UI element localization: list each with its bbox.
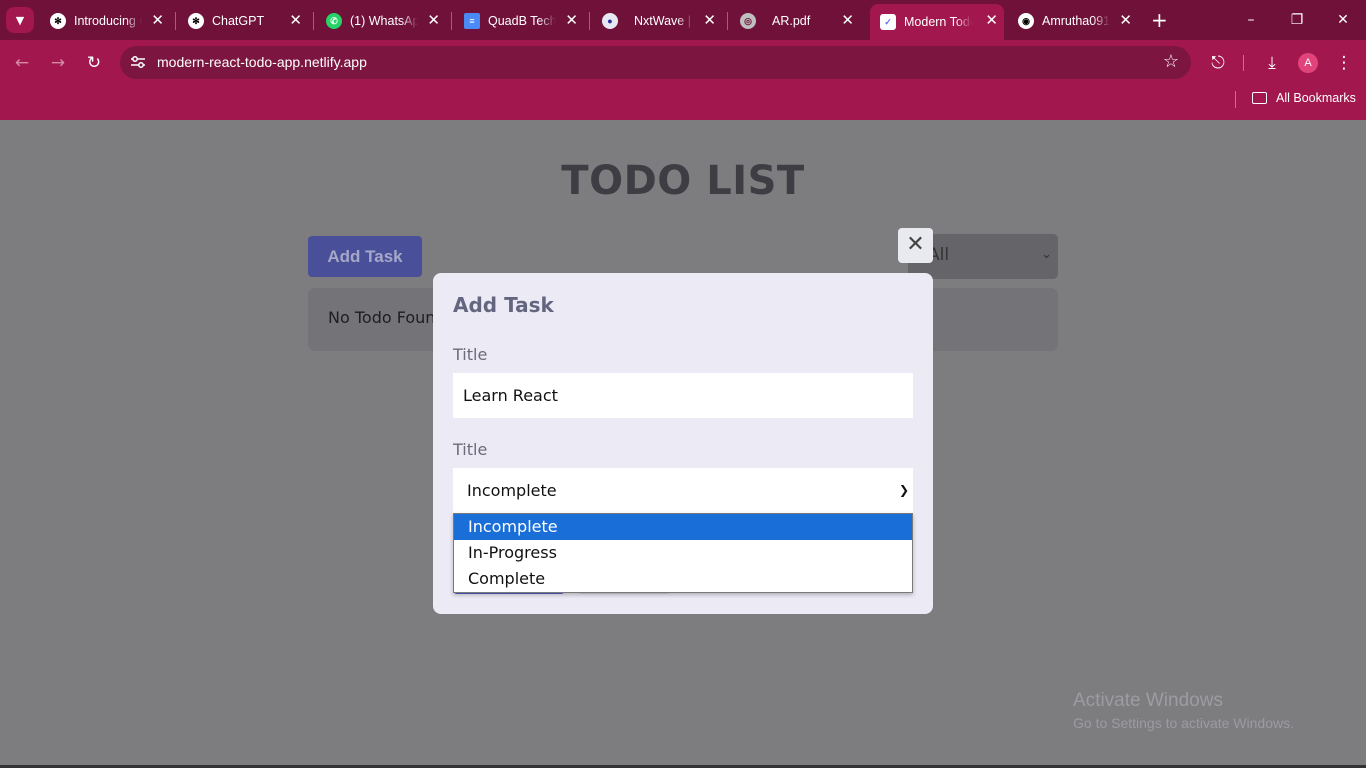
add-task-button[interactable]: Add Task <box>308 236 422 277</box>
tab-nxtwave[interactable]: ● NxtWave | Review ✕ <box>592 6 722 36</box>
title-label: Title <box>453 345 488 364</box>
tab-label: NxtWave | Review <box>634 14 694 28</box>
close-tab-icon[interactable]: ✕ <box>985 13 998 29</box>
docs-icon: ≡ <box>464 13 480 29</box>
all-bookmarks-label: All Bookmarks <box>1276 91 1356 105</box>
empty-message: No Todo Found <box>328 308 446 327</box>
globe-icon: ◎ <box>740 13 756 29</box>
tab-divider <box>451 12 452 30</box>
address-bar[interactable]: modern-react-todo-app.netlify.app ☆ <box>120 46 1191 79</box>
tab-ar-pdf[interactable]: ◎ AR.pdf ✕ <box>730 6 860 36</box>
openai-icon: ✻ <box>50 13 66 29</box>
tab-label: ChatGPT <box>212 14 265 28</box>
tab-whatsapp[interactable]: ✆ (1) WhatsApp ✕ <box>316 6 446 36</box>
option-in-progress[interactable]: In-Progress <box>454 540 912 566</box>
tab-github[interactable]: ◉ Amrutha0912 ✕ <box>1008 6 1138 36</box>
close-modal-button[interactable]: ✕ <box>898 228 933 263</box>
page-title: TODO LIST <box>561 158 805 204</box>
new-tab-icon[interactable]: + <box>1151 9 1168 31</box>
minimize-icon[interactable]: – <box>1228 9 1274 31</box>
bookmark-star-icon[interactable]: ☆ <box>1163 51 1179 72</box>
status-label: Title <box>453 440 488 459</box>
profile-avatar[interactable]: A <box>1298 53 1318 73</box>
tab-divider <box>175 12 176 30</box>
tab-introducing-chatgpt[interactable]: ✻ Introducing ChatGPT ✕ <box>40 6 170 36</box>
browser-chrome: ▼ ✻ Introducing ChatGPT ✕ ✻ ChatGPT ✕ ✆ … <box>0 0 1366 120</box>
status-dropdown-list[interactable]: Incomplete In-Progress Complete <box>453 513 913 593</box>
openai-icon: ✻ <box>188 13 204 29</box>
toolbar-divider <box>1243 55 1244 71</box>
modal-heading: Add Task <box>453 293 554 317</box>
forward-icon[interactable]: → <box>47 52 69 74</box>
option-complete[interactable]: Complete <box>454 566 912 592</box>
nxtwave-icon: ● <box>602 13 618 29</box>
folder-icon <box>1252 92 1267 104</box>
tab-divider <box>727 12 728 30</box>
status-select[interactable]: Incomplete ❯ <box>453 468 913 513</box>
tab-strip: ▼ ✻ Introducing ChatGPT ✕ ✻ ChatGPT ✕ ✆ … <box>0 0 1366 40</box>
tab-label: Amrutha0912 <box>1042 14 1110 28</box>
window-close-icon[interactable]: ✕ <box>1320 9 1366 31</box>
bookmarks-divider <box>1235 91 1236 108</box>
reload-icon[interactable]: ↻ <box>83 52 105 74</box>
close-tab-icon[interactable]: ✕ <box>1119 13 1132 29</box>
activate-windows-subtitle: Go to Settings to activate Windows. <box>1073 715 1294 731</box>
chevron-down-icon: ⌄ <box>1041 247 1052 262</box>
tab-divider <box>589 12 590 30</box>
tab-quadb[interactable]: ≡ QuadB Technologies ✕ <box>454 6 584 36</box>
chevron-down-icon: ❯ <box>898 483 909 497</box>
tab-modern-todo-app[interactable]: ✓ Modern Todo App ✕ <box>870 4 1004 40</box>
tab-label: AR.pdf <box>772 14 811 28</box>
close-tab-icon[interactable]: ✕ <box>565 13 578 29</box>
download-icon[interactable]: ⤓ <box>1261 52 1283 74</box>
restore-icon[interactable]: ❐ <box>1274 9 1320 31</box>
tab-divider <box>313 12 314 30</box>
tab-label: Introducing ChatGPT <box>74 14 142 28</box>
close-tab-icon[interactable]: ✕ <box>151 13 164 29</box>
github-icon: ◉ <box>1018 13 1034 29</box>
tab-label: (1) WhatsApp <box>350 14 418 28</box>
close-tab-icon[interactable]: ✕ <box>427 13 440 29</box>
status-value: Incomplete <box>467 481 557 500</box>
close-tab-icon[interactable]: ✕ <box>289 13 302 29</box>
tab-chatgpt[interactable]: ✻ ChatGPT ✕ <box>178 6 308 36</box>
close-tab-icon[interactable]: ✕ <box>841 13 854 29</box>
todo-app-icon: ✓ <box>880 14 896 30</box>
tab-label: Modern Todo App <box>904 15 972 29</box>
title-input[interactable] <box>453 373 913 418</box>
close-tab-icon[interactable]: ✕ <box>703 13 716 29</box>
tab-search-button[interactable]: ▼ <box>6 7 34 33</box>
site-settings-icon[interactable] <box>130 55 146 69</box>
url-text[interactable]: modern-react-todo-app.netlify.app <box>157 54 367 70</box>
extensions-icon[interactable]: ⎋ <box>1207 52 1229 74</box>
all-bookmarks-button[interactable]: All Bookmarks <box>1252 91 1356 105</box>
back-icon[interactable]: ← <box>11 52 33 74</box>
browser-menu-icon[interactable]: ⋮ <box>1333 52 1355 74</box>
activate-windows-title: Activate Windows <box>1073 690 1223 711</box>
whatsapp-icon: ✆ <box>326 13 342 29</box>
tab-label: QuadB Technologies <box>488 14 556 28</box>
option-incomplete[interactable]: Incomplete <box>454 514 912 540</box>
